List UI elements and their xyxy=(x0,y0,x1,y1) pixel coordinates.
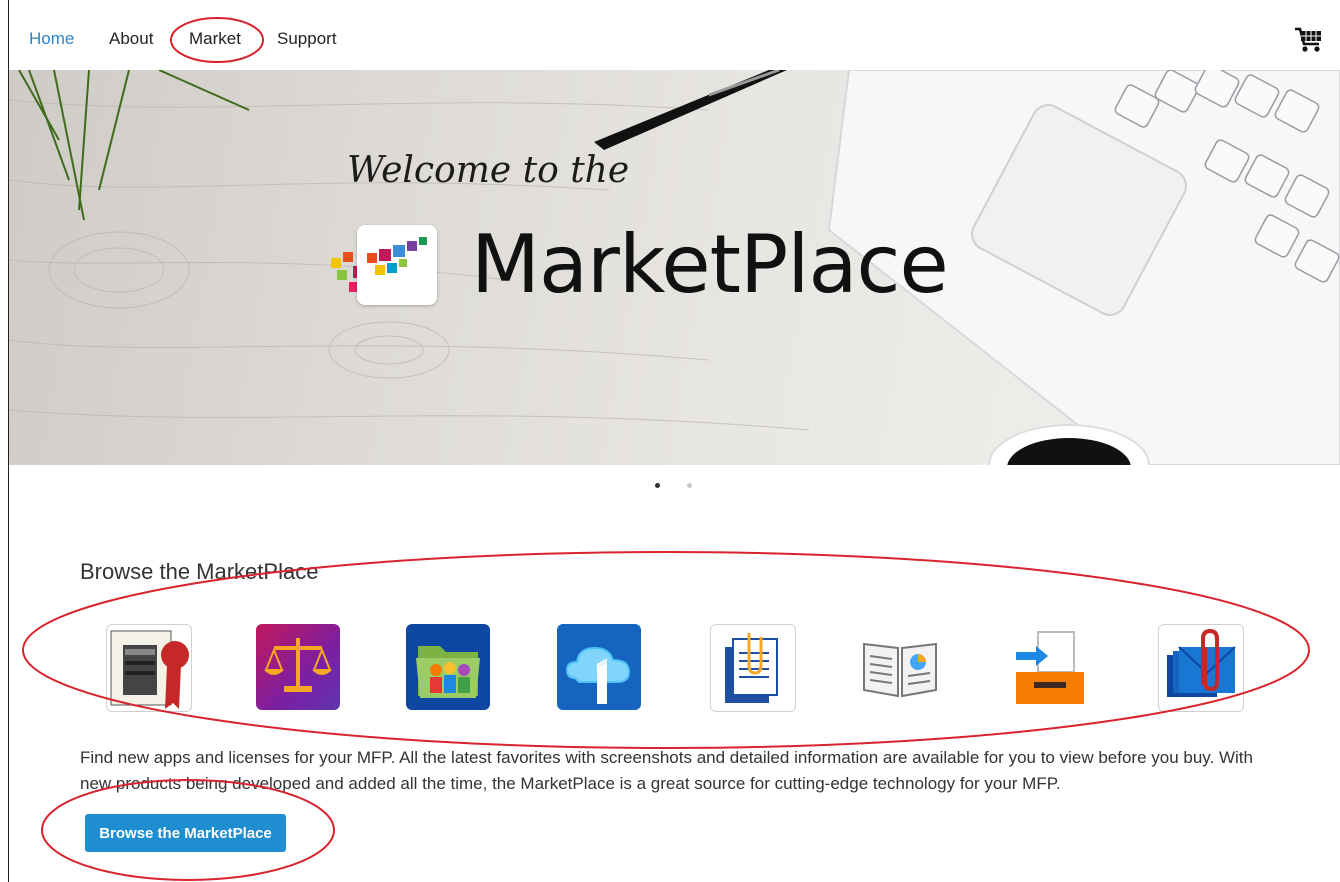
shopping-cart-icon[interactable] xyxy=(1294,26,1324,54)
hero-welcome-text: Welcome to the xyxy=(347,150,630,191)
app-icon-row xyxy=(0,624,1340,714)
open-book-report-icon[interactable] xyxy=(858,624,942,710)
browse-marketplace-button[interactable]: Browse the MarketPlace xyxy=(85,814,286,852)
hero-banner: Welcome to the MarketPlace xyxy=(9,70,1340,465)
shared-folder-icon[interactable] xyxy=(406,624,490,710)
marketplace-logo xyxy=(357,225,437,305)
cloud-one-icon[interactable] xyxy=(557,624,641,710)
mail-attachment-icon[interactable] xyxy=(1158,624,1244,712)
nav-market[interactable]: Market xyxy=(189,29,241,49)
inbox-tray-icon[interactable] xyxy=(1008,624,1092,710)
carousel-dot-1[interactable] xyxy=(655,483,660,488)
certificate-printer-icon[interactable] xyxy=(106,624,192,712)
carousel-dot-2[interactable] xyxy=(687,483,692,488)
hero-brand-title: MarketPlace xyxy=(471,218,949,311)
top-nav: Home About Market Support xyxy=(9,0,1340,71)
nav-home[interactable]: Home xyxy=(29,29,74,49)
nav-support[interactable]: Support xyxy=(277,29,337,49)
browse-section-title: Browse the MarketPlace xyxy=(80,559,319,584)
nav-about[interactable]: About xyxy=(109,29,153,49)
balance-scale-icon[interactable] xyxy=(256,624,340,710)
clipped-documents-icon[interactable] xyxy=(710,624,796,712)
browse-description: Find new apps and licenses for your MFP.… xyxy=(80,748,1253,793)
